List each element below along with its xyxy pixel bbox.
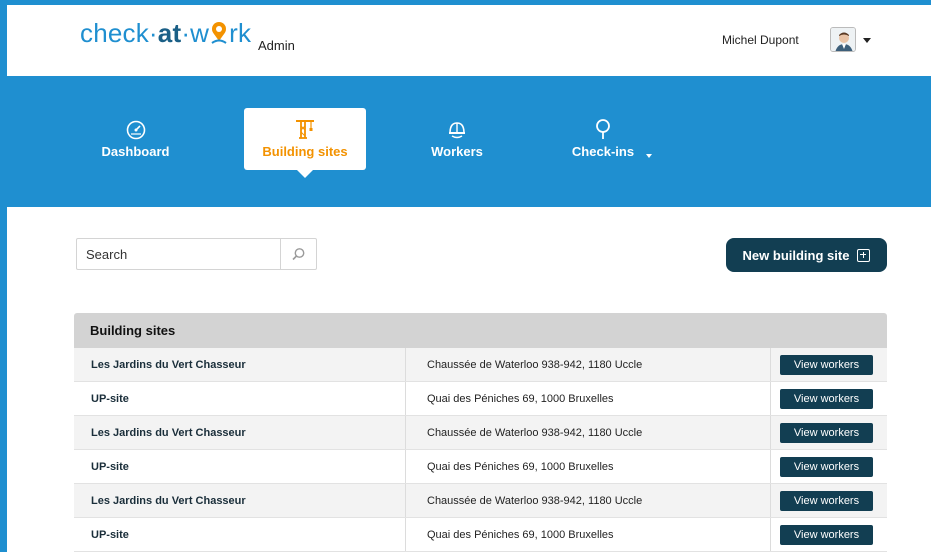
site-name: UP-site: [91, 529, 129, 541]
site-name: UP-site: [91, 393, 129, 405]
column-divider: [770, 518, 771, 551]
column-divider: [405, 484, 406, 517]
view-workers-button[interactable]: View workers: [780, 491, 873, 511]
search-icon: [292, 247, 305, 260]
nav-item-building-sites[interactable]: Building sites: [244, 108, 366, 178]
new-building-site-button[interactable]: New building site: [726, 238, 887, 272]
site-name: Les Jardins du Vert Chasseur: [91, 495, 246, 507]
site-address: Chaussée de Waterloo 938-942, 1180 Uccle: [427, 495, 643, 507]
column-divider: [405, 382, 406, 415]
nav-item-label: Workers: [431, 144, 483, 159]
column-divider: [405, 518, 406, 551]
column-divider: [770, 348, 771, 381]
site-address: Quai des Péniches 69, 1000 Bruxelles: [427, 461, 614, 473]
table-title: Building sites: [74, 313, 887, 348]
column-divider: [770, 382, 771, 415]
view-workers-button[interactable]: View workers: [780, 525, 873, 545]
user-avatar-icon: [831, 28, 855, 51]
map-pin-icon: [596, 119, 610, 139]
site-address: Chaussée de Waterloo 938-942, 1180 Uccle: [427, 427, 643, 439]
logo-pin-icon: [211, 22, 227, 44]
speedometer-icon: [126, 120, 145, 140]
check-ins-chevron-down-icon[interactable]: [646, 154, 652, 158]
new-building-site-label: New building site: [742, 247, 850, 263]
column-divider: [405, 416, 406, 449]
view-workers-button[interactable]: View workers: [780, 355, 873, 375]
view-workers-button[interactable]: View workers: [780, 457, 873, 477]
view-workers-button[interactable]: View workers: [780, 389, 873, 409]
nav-item-label: Dashboard: [101, 144, 170, 159]
logo[interactable]: check·at·w rk: [80, 19, 251, 47]
table-row: Les Jardins du Vert Chasseur Chaussée de…: [74, 484, 887, 518]
nav-item-check-ins[interactable]: Check-ins: [565, 76, 641, 207]
crane-icon: [296, 120, 314, 139]
table-row: UP-site Quai des Péniches 69, 1000 Bruxe…: [74, 382, 887, 416]
building-sites-table: Building sites Les Jardins du Vert Chass…: [74, 313, 887, 552]
top-bar: check·at·w rk Admin Michel Dupont: [7, 5, 931, 76]
plus-square-icon: [857, 248, 871, 262]
nav-item-workers[interactable]: Workers: [422, 76, 492, 207]
column-divider: [405, 348, 406, 381]
table-row: UP-site Quai des Péniches 69, 1000 Bruxe…: [74, 518, 887, 552]
app-frame: check·at·w rk Admin Michel Dupont Dashboa…: [7, 5, 931, 552]
user-name[interactable]: Michel Dupont: [722, 33, 799, 47]
main-nav: Dashboard Building sites Workers Check-i…: [7, 76, 931, 207]
column-divider: [405, 450, 406, 483]
column-divider: [770, 416, 771, 449]
nav-item-label: Building sites: [262, 144, 348, 159]
site-name: Les Jardins du Vert Chasseur: [91, 427, 246, 439]
search-input[interactable]: [77, 239, 280, 269]
table-row: Les Jardins du Vert Chasseur Chaussée de…: [74, 416, 887, 450]
helmet-icon: [449, 122, 465, 139]
view-workers-button[interactable]: View workers: [780, 423, 873, 443]
logo-text: check·at·w rk: [80, 18, 252, 48]
site-address: Quai des Péniches 69, 1000 Bruxelles: [427, 529, 614, 541]
column-divider: [770, 450, 771, 483]
site-name: UP-site: [91, 461, 129, 473]
site-address: Chaussée de Waterloo 938-942, 1180 Uccle: [427, 359, 643, 371]
table-row: UP-site Quai des Péniches 69, 1000 Bruxe…: [74, 450, 887, 484]
avatar[interactable]: [830, 27, 856, 52]
user-menu-chevron-down-icon[interactable]: [863, 38, 871, 43]
search-button[interactable]: [280, 239, 316, 269]
site-address: Quai des Péniches 69, 1000 Bruxelles: [427, 393, 614, 405]
nav-item-dashboard[interactable]: Dashboard: [93, 76, 178, 207]
nav-item-label: Check-ins: [571, 144, 635, 159]
table-row: Les Jardins du Vert Chasseur Chaussée de…: [74, 348, 887, 382]
admin-label: Admin: [258, 38, 295, 53]
search-box: [76, 238, 317, 270]
column-divider: [770, 484, 771, 517]
site-name: Les Jardins du Vert Chasseur: [91, 359, 246, 371]
